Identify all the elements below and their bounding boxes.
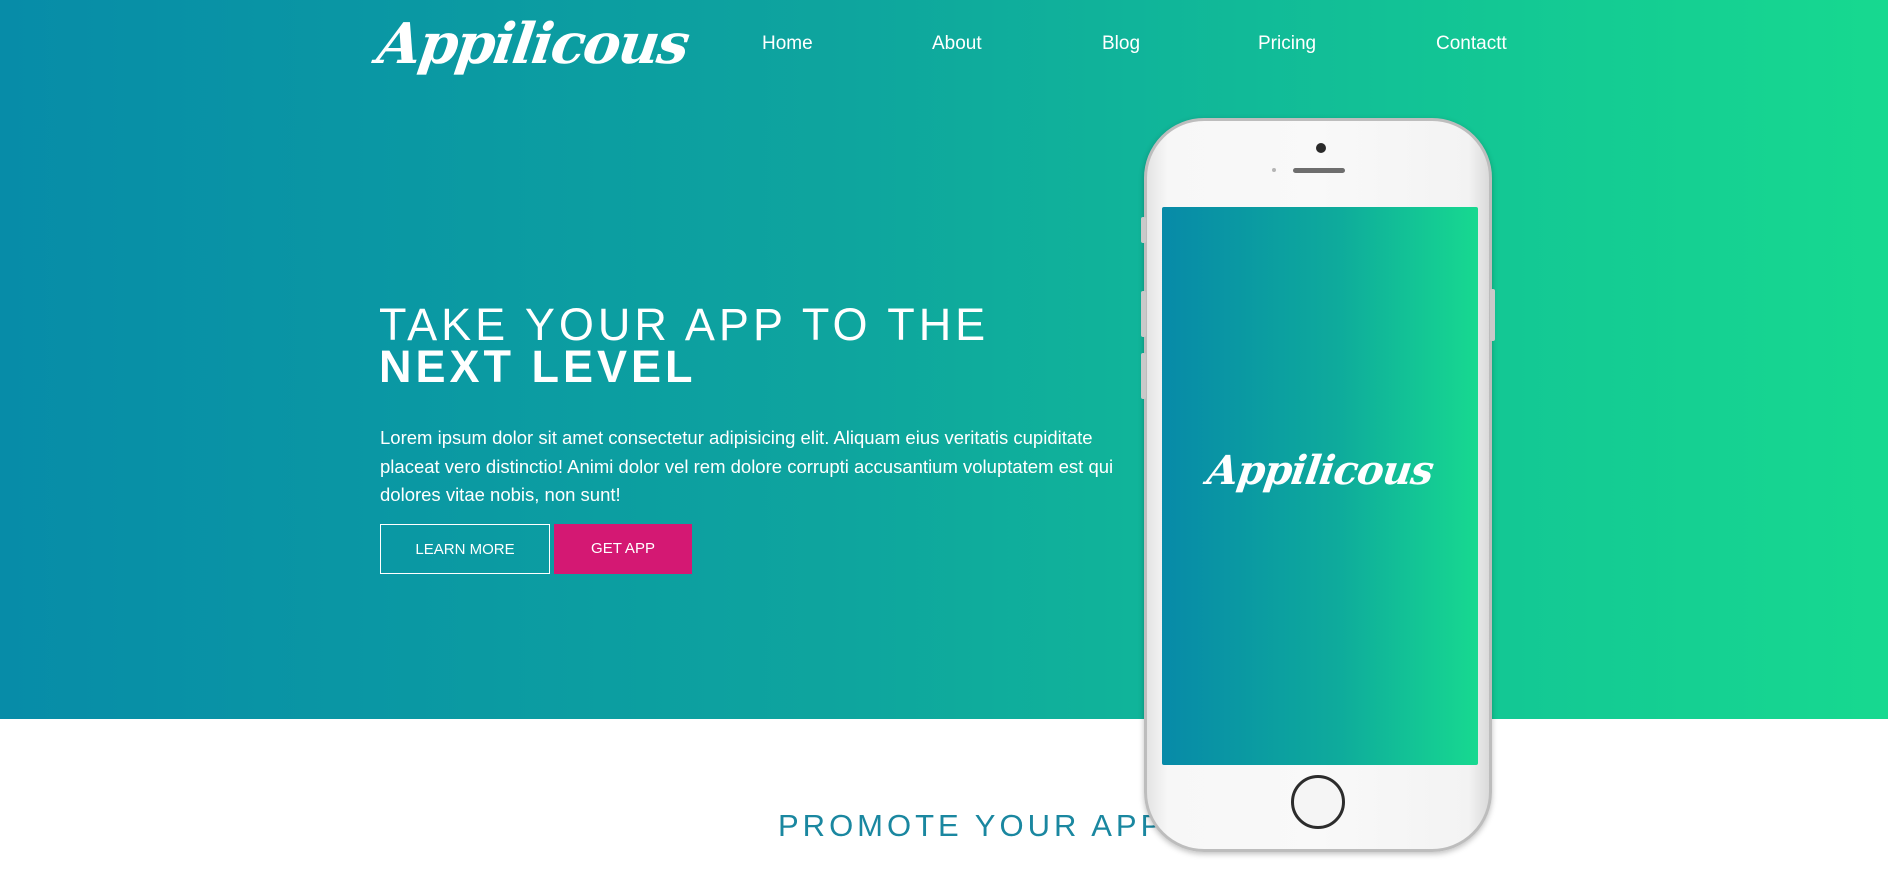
phone-sensor-icon	[1272, 168, 1276, 172]
landing-page: Appilicous Home About Blog Pricing Conta…	[0, 0, 1888, 887]
phone-volume-up	[1141, 291, 1146, 337]
phone-camera-icon	[1316, 143, 1326, 153]
get-app-button[interactable]: GET APP	[554, 524, 692, 574]
nav-item-home[interactable]: Home	[762, 30, 813, 58]
phone-screen-logo: Appilicous	[1204, 447, 1436, 494]
hero-section: Appilicous Home About Blog Pricing Conta…	[0, 0, 1888, 719]
phone-home-button	[1291, 775, 1345, 829]
nav-item-pricing[interactable]: Pricing	[1258, 30, 1316, 58]
phone-power-button	[1490, 289, 1495, 341]
promote-section-title: PROMOTE YOUR APP	[778, 808, 1166, 843]
nav-item-blog[interactable]: Blog	[1102, 30, 1140, 58]
nav-item-about[interactable]: About	[932, 30, 982, 58]
brand-logo[interactable]: Appilicous	[372, 4, 693, 84]
hero-lead-text: Lorem ipsum dolor sit amet consectetur a…	[380, 427, 1114, 505]
phone-mute-switch	[1141, 217, 1146, 243]
phone-screen: Appilicous	[1162, 207, 1478, 765]
phone-speaker-icon	[1293, 168, 1345, 173]
phone-mockup: Appilicous	[1141, 118, 1495, 852]
hero-headline: TAKE YOUR APP TO THE NEXT LEVEL	[379, 302, 1119, 389]
phone-volume-down	[1141, 353, 1146, 399]
nav-item-contact[interactable]: Contactt	[1436, 30, 1507, 58]
learn-more-button[interactable]: LEARN MORE	[380, 524, 550, 574]
hero-headline-bold: NEXT LEVEL	[379, 341, 697, 392]
